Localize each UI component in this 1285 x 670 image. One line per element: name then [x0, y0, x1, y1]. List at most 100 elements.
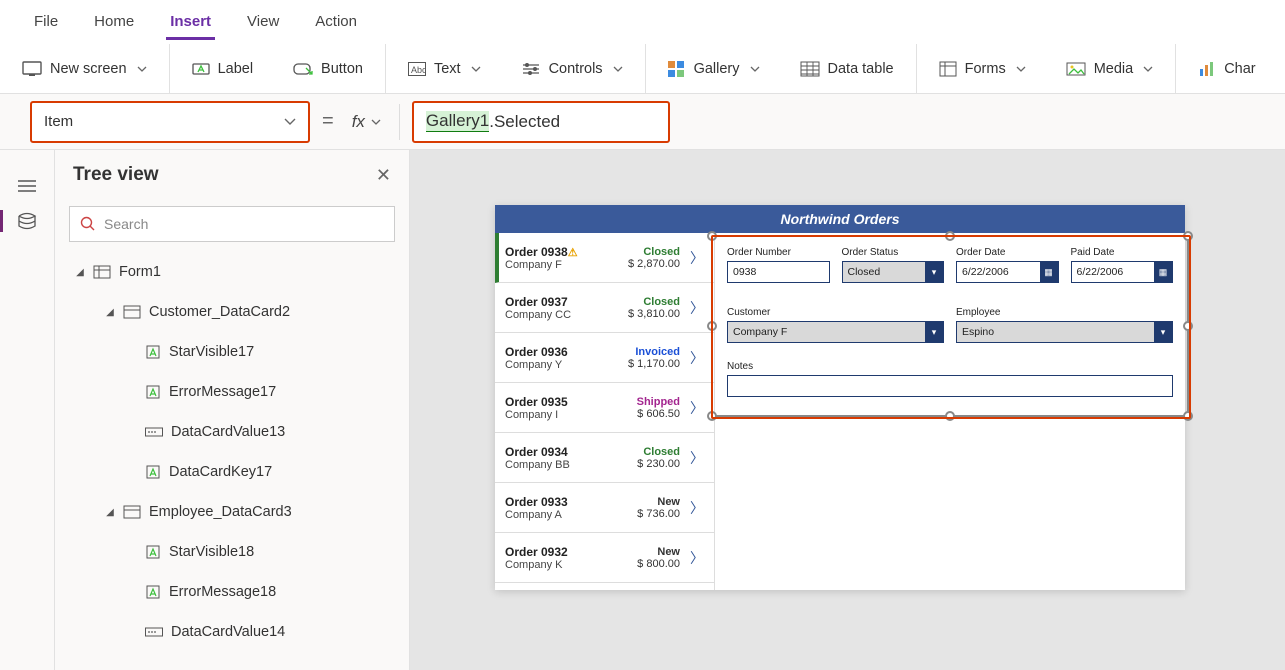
- order-total: $ 800.00: [618, 558, 680, 570]
- tree-item[interactable]: DataCardValue14: [55, 612, 405, 652]
- canvas[interactable]: Northwind Orders Order 0938⚠Company FClo…: [410, 150, 1285, 670]
- gallery-item[interactable]: Order 0932Company KNew$ 800.00〉: [495, 533, 714, 583]
- data-sources-tab[interactable]: [16, 212, 38, 230]
- label-icon: [192, 61, 210, 77]
- chart-button[interactable]: Char: [1190, 55, 1263, 83]
- menu-insert[interactable]: Insert: [166, 3, 215, 40]
- new-screen-button[interactable]: New screen: [14, 55, 155, 83]
- media-icon: [1066, 62, 1086, 76]
- paid-date-label: Paid Date: [1071, 247, 1174, 258]
- chevron-down-icon: [750, 66, 760, 72]
- label-button[interactable]: Label: [184, 55, 261, 83]
- property-value: Item: [44, 113, 73, 130]
- tree-node-icon: [145, 426, 163, 438]
- notes-input[interactable]: [727, 375, 1173, 397]
- formula-input[interactable]: Gallery1.Selected: [412, 101, 670, 143]
- company-name: Company BB: [505, 459, 612, 471]
- order-status: Invoiced: [618, 346, 680, 358]
- gallery-button[interactable]: Gallery: [660, 55, 768, 83]
- close-icon[interactable]: ✕: [376, 165, 391, 186]
- order-id: Order 0936: [505, 345, 612, 359]
- tree-item[interactable]: DataCardValue13: [55, 412, 405, 452]
- tree-node-icon: [145, 344, 161, 360]
- chevron-down-icon: ▾: [1154, 322, 1172, 342]
- text-button[interactable]: Abc Text: [400, 55, 489, 83]
- gallery-btn-label: Gallery: [694, 61, 740, 77]
- caret-icon: ◢: [75, 267, 85, 278]
- chevron-right-icon: 〉: [686, 498, 704, 518]
- chevron-right-icon: 〉: [686, 248, 704, 268]
- company-name: Company CC: [505, 309, 612, 321]
- tree-item-label: StarVisible17: [169, 344, 254, 360]
- order-status: New: [618, 546, 680, 558]
- tree-item[interactable]: ErrorMessage18: [55, 572, 405, 612]
- search-icon: [80, 216, 96, 232]
- order-id: Order 0933: [505, 495, 612, 509]
- menu-view[interactable]: View: [243, 3, 283, 40]
- formula-gallery-ref: Gallery1: [426, 111, 489, 132]
- gallery-item[interactable]: Order 0938⚠Company FClosed$ 2,870.00〉: [495, 233, 714, 283]
- gallery-item[interactable]: Order 0937Company CCClosed$ 3,810.00〉: [495, 283, 714, 333]
- tree-list[interactable]: ◢ Form1 ◢Customer_DataCard2 StarVisible17 Er…: [55, 252, 409, 670]
- tree-item[interactable]: ErrorMessage17: [55, 372, 405, 412]
- gallery-item[interactable]: Order 0936Company YInvoiced$ 1,170.00〉: [495, 333, 714, 383]
- tree-item[interactable]: ◢Employee_DataCard3: [55, 492, 405, 532]
- menu-action[interactable]: Action: [311, 3, 361, 40]
- menu-file[interactable]: File: [30, 3, 62, 40]
- search-input[interactable]: Search: [69, 206, 395, 242]
- paid-date-field[interactable]: Paid Date 6/22/2006▦: [1071, 247, 1174, 283]
- gallery[interactable]: Order 0938⚠Company FClosed$ 2,870.00〉Ord…: [495, 233, 715, 590]
- chevron-right-icon: 〉: [686, 298, 704, 318]
- chevron-right-icon: 〉: [686, 448, 704, 468]
- tree-node-icon: [145, 626, 163, 638]
- new-screen-label: New screen: [50, 61, 127, 77]
- gallery-item[interactable]: Order 0933Company ANew$ 736.00〉: [495, 483, 714, 533]
- order-status: New: [618, 496, 680, 508]
- media-button[interactable]: Media: [1058, 55, 1162, 83]
- gallery-item[interactable]: Order 0935Company IShipped$ 606.50〉: [495, 383, 714, 433]
- tree-item[interactable]: ◢ Form1: [55, 252, 405, 292]
- order-status: Closed: [618, 296, 680, 308]
- tree-node-icon: [145, 384, 161, 400]
- data-table-button[interactable]: Data table: [792, 55, 902, 83]
- paid-date-value: 6/22/2006: [1077, 266, 1124, 278]
- order-status-field[interactable]: Order Status Closed▾: [842, 247, 945, 283]
- form-area[interactable]: Order Number 0938 Order Status Closed▾ O…: [715, 233, 1185, 590]
- order-number-field[interactable]: Order Number 0938: [727, 247, 830, 283]
- gallery-item[interactable]: Order 0934Company BBClosed$ 230.00〉: [495, 433, 714, 483]
- app-preview: Northwind Orders Order 0938⚠Company FClo…: [495, 205, 1185, 590]
- tree-node-icon: [93, 265, 111, 279]
- tree-node-icon: [145, 584, 161, 600]
- property-dropdown[interactable]: Item: [30, 101, 310, 143]
- order-total: $ 736.00: [618, 508, 680, 520]
- tree-item[interactable]: StarVisible17: [55, 332, 405, 372]
- order-status: Shipped: [618, 396, 680, 408]
- tree-item[interactable]: ◢Customer_DataCard2: [55, 292, 405, 332]
- notes-label: Notes: [727, 361, 1173, 372]
- menubar: File Home Insert View Action: [0, 0, 1285, 44]
- equals-sign: =: [322, 110, 334, 133]
- customer-field[interactable]: Customer Company F▾: [727, 307, 944, 343]
- order-total: $ 606.50: [618, 408, 680, 420]
- tree-node-icon: [145, 464, 161, 480]
- tree-view-tab[interactable]: [16, 178, 38, 194]
- button-button[interactable]: Button: [285, 55, 371, 83]
- controls-icon: [521, 62, 541, 76]
- chevron-down-icon: [371, 119, 381, 125]
- tree-item-label: Form1: [119, 264, 161, 280]
- fx-button[interactable]: fx: [346, 108, 387, 136]
- forms-button[interactable]: Forms: [931, 55, 1034, 83]
- controls-btn-label: Controls: [549, 61, 603, 77]
- chart-icon: [1198, 61, 1216, 77]
- left-rail: [0, 150, 55, 670]
- notes-field[interactable]: Notes: [727, 361, 1173, 397]
- order-id: Order 0932: [505, 545, 612, 559]
- tree-item[interactable]: StarVisible18: [55, 532, 405, 572]
- employee-field[interactable]: Employee Espino▾: [956, 307, 1173, 343]
- tree-item[interactable]: DataCardKey17: [55, 452, 405, 492]
- menu-home[interactable]: Home: [90, 3, 138, 40]
- controls-button[interactable]: Controls: [513, 55, 631, 83]
- order-id: Order 0938⚠: [505, 245, 612, 259]
- customer-label: Customer: [727, 307, 944, 318]
- order-date-field[interactable]: Order Date 6/22/2006▦: [956, 247, 1059, 283]
